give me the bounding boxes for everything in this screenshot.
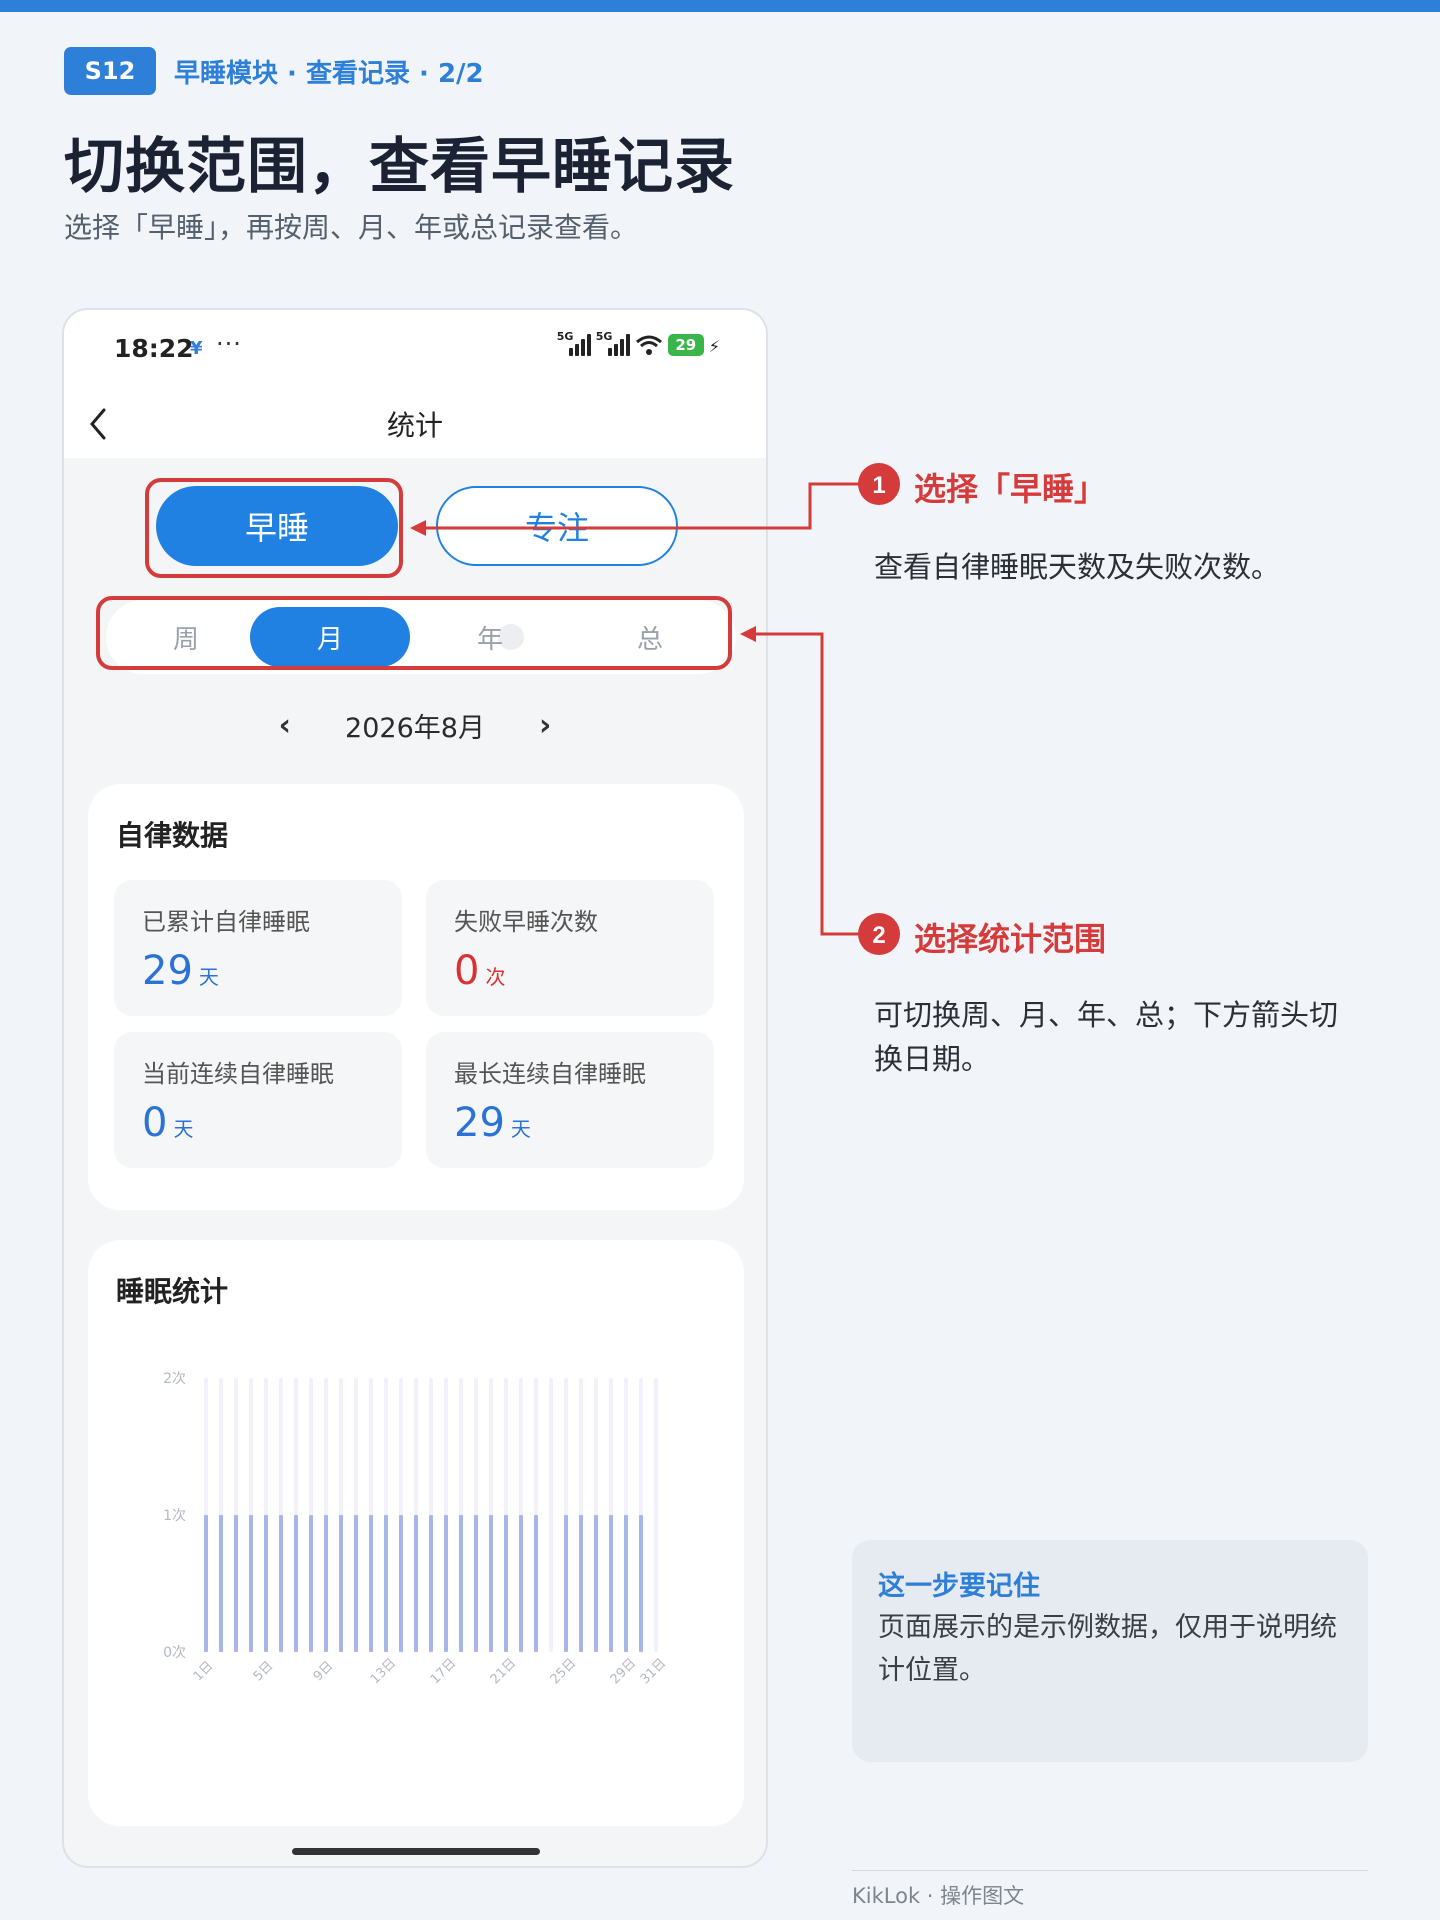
callout-line-2	[750, 632, 860, 936]
callout-text-2: 可切换周、月、年、总；下方箭头切换日期。	[874, 998, 1339, 1076]
footer-divider	[852, 1870, 1368, 1871]
callout-line-1	[420, 482, 860, 530]
callout-title-1: 选择「早睡」	[914, 470, 1107, 508]
arrowhead-1	[410, 520, 426, 536]
highlight-box-range	[96, 596, 732, 670]
arrowhead-2	[740, 626, 756, 642]
footer-credit: KikLok · 操作图文	[852, 1884, 1025, 1908]
callout-text-1: 查看自律睡眠天数及失败次数。	[874, 550, 1281, 584]
note-title: 这一步要记住	[878, 1571, 1040, 1602]
highlight-box-early-sleep	[145, 478, 403, 578]
callout-title-2: 选择统计范围	[914, 920, 1107, 958]
callout-number-2-text: 2	[872, 922, 885, 949]
callout-number-1-text: 1	[872, 472, 885, 499]
note-box: 这一步要记住 页面展示的是示例数据，仅用于说明统计位置。	[852, 1540, 1368, 1762]
note-text: 页面展示的是示例数据，仅用于说明统计位置。	[878, 1612, 1337, 1687]
